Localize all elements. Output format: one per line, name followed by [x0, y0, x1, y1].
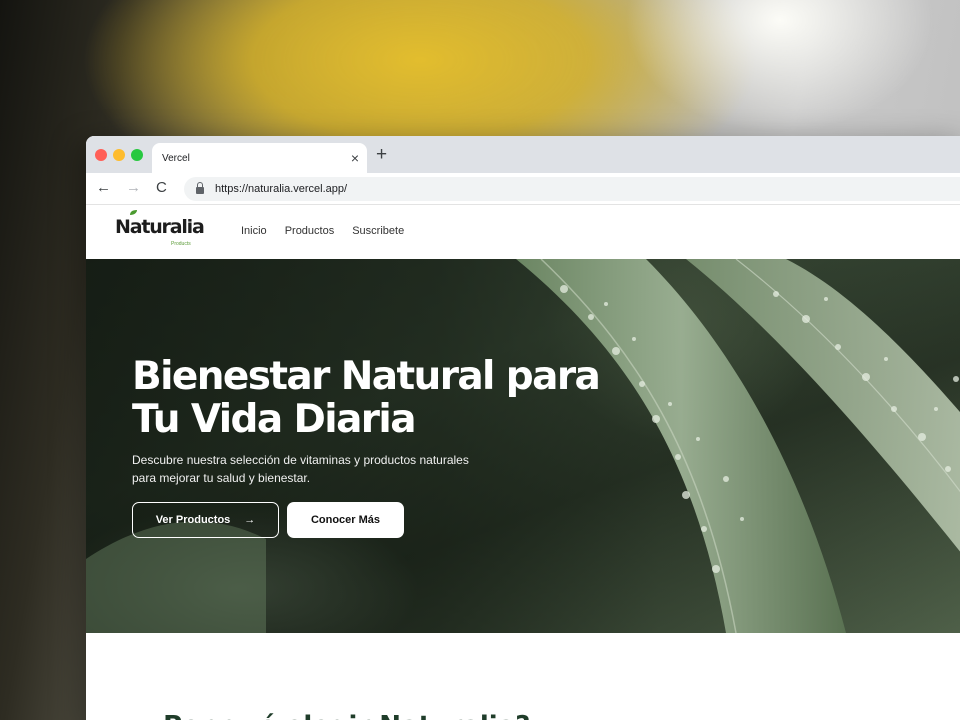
lock-icon: [196, 182, 204, 194]
naturalia-logo[interactable]: Naturalia Products: [115, 210, 205, 247]
hero-title: Bienestar Natural para Tu Vida Diaria: [132, 354, 601, 442]
url-text: https://naturalia.vercel.app/: [215, 183, 348, 195]
nav-link-suscribete[interactable]: Suscribete: [352, 225, 404, 237]
reload-icon[interactable]: C: [156, 179, 167, 196]
hero-subtitle: Descubre nuestra selección de vitaminas …: [132, 453, 469, 485]
close-window-button[interactable]: [95, 149, 107, 161]
maximize-window-button[interactable]: [131, 149, 143, 161]
hero-buttons: Ver Productos → Conocer Más: [132, 502, 652, 538]
main-nav: Inicio Productos Suscribete: [241, 225, 422, 237]
logo-subtext: Products: [171, 241, 191, 247]
logo-text: Naturalia: [115, 216, 205, 238]
ver-productos-button[interactable]: Ver Productos →: [132, 502, 279, 538]
tab-title: Vercel: [162, 152, 190, 164]
browser-toolbar: ← → C https://naturalia.vercel.app/: [86, 173, 960, 205]
forward-arrow-icon[interactable]: →: [126, 179, 141, 196]
browser-tab[interactable]: Vercel ×: [152, 143, 367, 173]
conocer-mas-button[interactable]: Conocer Más: [287, 502, 404, 538]
arrow-right-icon: →: [244, 514, 256, 526]
nav-link-inicio[interactable]: Inicio: [241, 225, 267, 237]
address-bar[interactable]: https://naturalia.vercel.app/: [184, 177, 960, 201]
back-arrow-icon[interactable]: ←: [96, 179, 111, 196]
conocer-mas-label: Conocer Más: [310, 514, 381, 526]
tab-close-icon[interactable]: ×: [343, 150, 367, 166]
site-header: Naturalia Products Inicio Productos Susc…: [86, 205, 960, 259]
features-section: ¿Por qué elegir Naturalia?: [86, 633, 960, 720]
nav-link-productos[interactable]: Productos: [285, 225, 335, 237]
browser-window: Vercel × + ← → C https://naturalia.verce…: [86, 136, 960, 720]
section-title: ¿Por qué elegir Naturalia?: [148, 711, 530, 720]
ver-productos-label: Ver Productos: [155, 514, 231, 526]
minimize-window-button[interactable]: [113, 149, 125, 161]
new-tab-icon[interactable]: +: [376, 144, 387, 166]
hero-content: Bienestar Natural para Tu Vida Diaria De…: [132, 355, 652, 538]
tab-bar: Vercel × +: [86, 136, 960, 173]
leaf-icon: [130, 210, 137, 215]
hero-section: Bienestar Natural para Tu Vida Diaria De…: [86, 259, 960, 633]
